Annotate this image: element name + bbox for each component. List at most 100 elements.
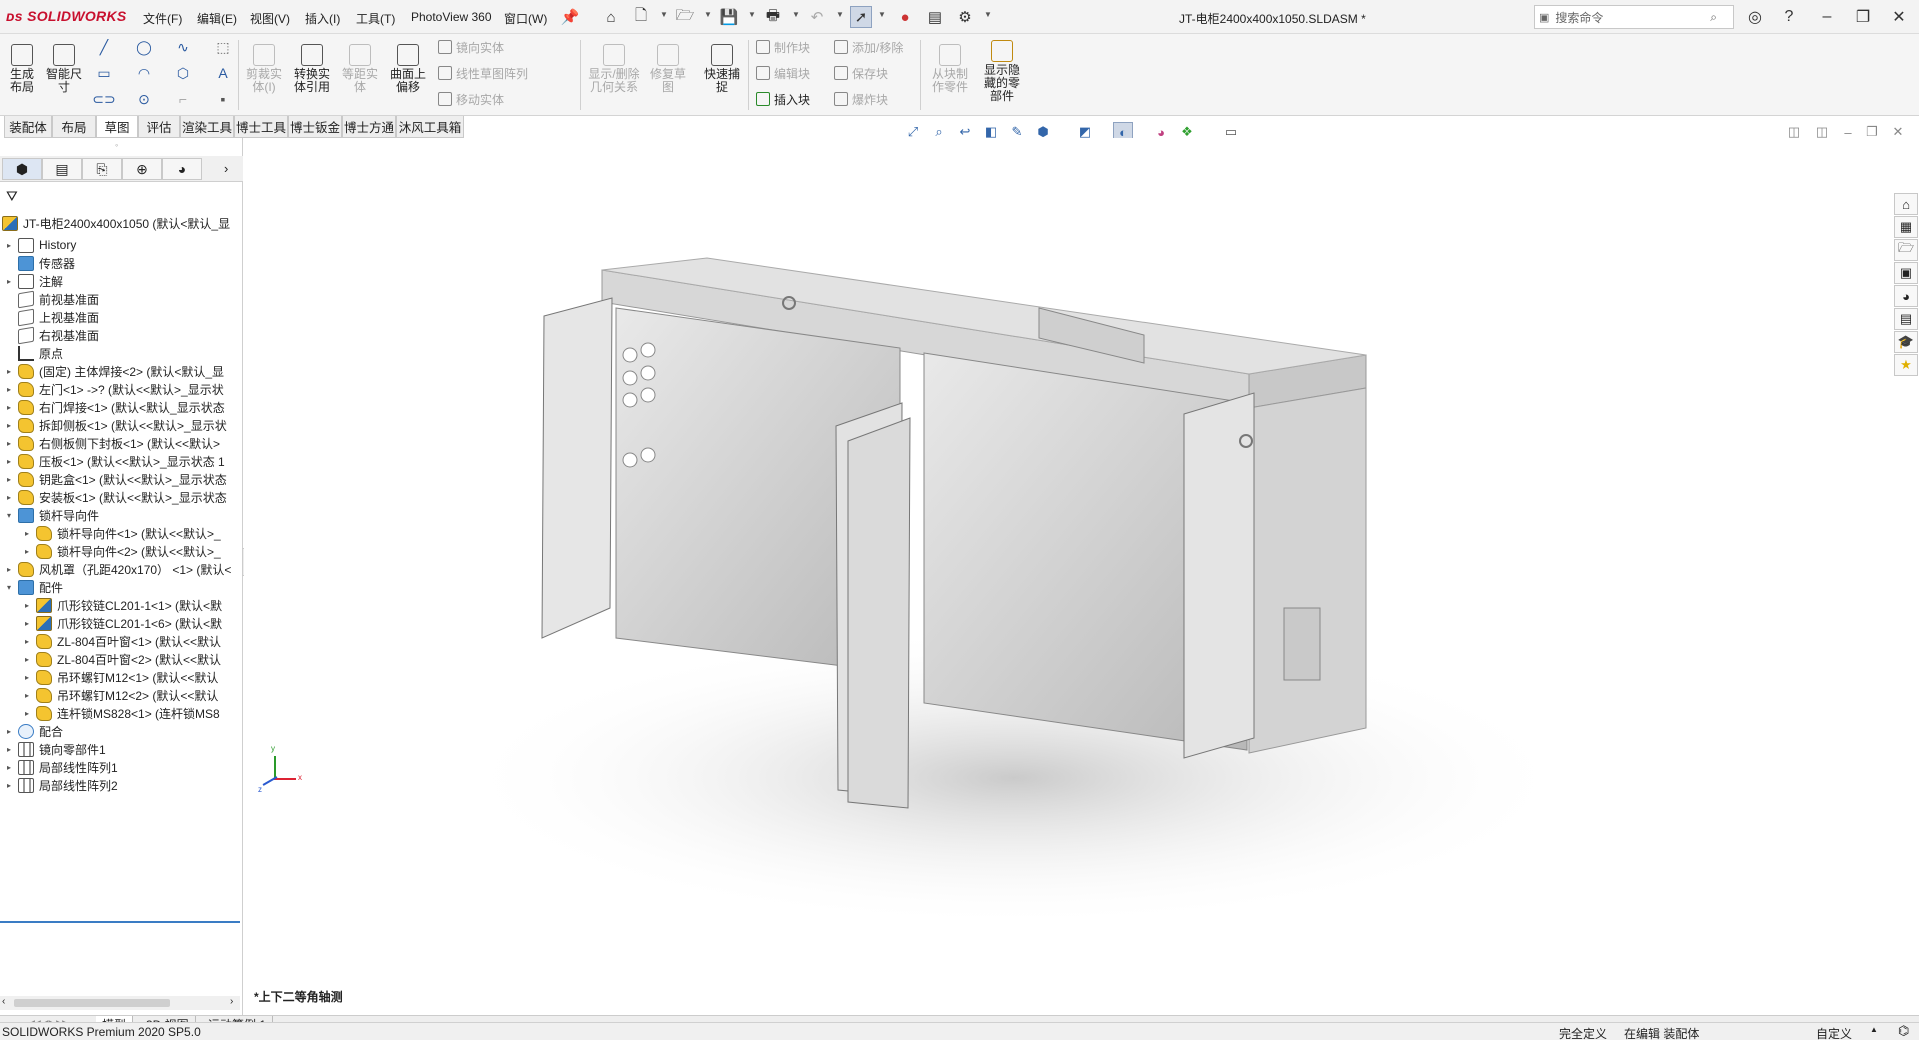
home-icon[interactable]: ⌂ [600, 6, 622, 28]
tab-6[interactable]: 博士钣金 [288, 116, 342, 138]
chevron-down-icon[interactable]: ▼ [704, 10, 712, 19]
options-gear-icon[interactable]: ⚙ [954, 6, 976, 28]
chevron-down-icon[interactable]: ▼ [792, 10, 800, 19]
point-icon[interactable]: ⊙ [135, 90, 153, 108]
expand-arrow-icon[interactable]: ▸ [22, 655, 32, 664]
plane-small-icon[interactable]: ▪ [214, 90, 232, 108]
rectangle-icon[interactable]: ▭ [95, 64, 113, 82]
scroll-left-icon[interactable]: ‹ [2, 996, 5, 1007]
expand-arrow-icon[interactable]: ▸ [22, 709, 32, 718]
generate-layout-button[interactable]: 生成 布局 [6, 44, 38, 94]
show-hidden-components-button[interactable]: 显示隐 藏的零 部件 [980, 40, 1024, 103]
user-account-icon[interactable]: ◎ [1742, 4, 1768, 30]
linear-sketch-pattern-button[interactable]: 线性草图阵列 [438, 64, 528, 82]
tab-1[interactable]: 布局 [52, 116, 96, 138]
line-icon[interactable]: ╱ [95, 38, 113, 56]
expand-arrow-icon[interactable]: ▸ [4, 241, 14, 250]
menu-insert[interactable]: 插入(I) [305, 10, 340, 27]
explode-block-button[interactable]: 爆炸块 [834, 90, 888, 108]
save-block-button[interactable]: 保存块 [834, 64, 888, 82]
print-icon[interactable]: 🖶 [762, 6, 784, 28]
tab-7[interactable]: 博士方通 [342, 116, 396, 138]
chevron-down-icon[interactable]: ▼ [984, 10, 992, 19]
pin-icon[interactable]: 📌 [559, 6, 581, 28]
undo-icon[interactable]: ↶ [806, 6, 828, 28]
make-block-button[interactable]: 制作块 [756, 38, 810, 56]
menu-window[interactable]: 窗口(W) [504, 10, 547, 27]
expand-arrow-icon[interactable]: ▸ [4, 277, 14, 286]
collapse-arrow-icon[interactable]: ▾ [4, 583, 14, 592]
expand-arrow-icon[interactable]: ▸ [4, 367, 14, 376]
menu-view[interactable]: 视图(V) [250, 10, 290, 27]
tree-root[interactable]: JT-电柜2400x400x1050 (默认<默认_显 [0, 212, 240, 234]
polygon-icon[interactable]: ⬡ [174, 64, 192, 82]
taskpane-home-icon[interactable]: ⌂ [1894, 193, 1918, 215]
mirror-entities-button[interactable]: 镜向实体 [438, 38, 504, 56]
taskpane-file-explorer-icon[interactable]: 🗁 [1894, 239, 1918, 261]
menu-file[interactable]: 文件(F) [143, 10, 182, 27]
select-cursor-icon[interactable]: ➚ [850, 6, 872, 28]
convert-entities-button[interactable]: 转换实 体引用 [290, 44, 334, 94]
open-folder-icon[interactable]: 🗁 [674, 6, 696, 28]
smart-dimension-button[interactable]: 智能尺 寸 [44, 44, 84, 94]
insert-block-button[interactable]: 插入块 [756, 90, 810, 108]
feature-manager-tab-icon[interactable]: ⬢ [2, 158, 42, 180]
expand-arrow-icon[interactable]: ▸ [22, 547, 32, 556]
chevron-down-icon[interactable]: ▼ [836, 10, 844, 19]
expand-arrow-icon[interactable]: ▸ [4, 385, 14, 394]
taskpane-favorites-icon[interactable]: ★ [1894, 354, 1918, 376]
rollback-bar[interactable] [0, 921, 240, 923]
offset-on-surface-button[interactable]: 曲面上 偏移 [386, 44, 430, 94]
expand-arrow-icon[interactable]: ▸ [22, 637, 32, 646]
corner-rectangle-icon[interactable]: ⬚ [214, 38, 232, 56]
make-part-from-block-button[interactable]: 从块制 作零件 [928, 44, 972, 94]
scroll-thumb[interactable] [14, 999, 170, 1007]
search-icon[interactable]: ⌕ [1710, 10, 1717, 25]
taskpane-learn-icon[interactable]: 🎓 [1894, 331, 1918, 353]
tab-0[interactable]: 装配体 [4, 116, 52, 138]
menu-photoview[interactable]: PhotoView 360 [411, 10, 492, 24]
taskpane-design-library-icon[interactable]: ▦ [1894, 216, 1918, 238]
filter-icon[interactable]: ⛛ [6, 188, 18, 205]
arc-icon[interactable]: ◠ [135, 64, 153, 82]
add-remove-block-button[interactable]: 添加/移除 [834, 38, 903, 56]
chevron-right-icon[interactable]: › [224, 161, 228, 176]
tab-2[interactable]: 草图 [96, 116, 138, 138]
text-icon[interactable]: A [214, 64, 232, 82]
chevron-down-icon[interactable]: ▼ [748, 10, 756, 19]
rebuild-traffic-light-icon[interactable]: ● [894, 6, 916, 28]
expand-arrow-icon[interactable]: ▸ [22, 529, 32, 538]
chevron-up-icon[interactable]: ▲ [1870, 1025, 1878, 1034]
move-entities-button[interactable]: 移动实体 [438, 90, 504, 108]
quick-tips-icon[interactable]: ⌬ [1898, 1023, 1909, 1039]
expand-arrow-icon[interactable]: ▸ [22, 601, 32, 610]
tab-3[interactable]: 评估 [138, 116, 180, 138]
expand-arrow-icon[interactable]: ▸ [4, 439, 14, 448]
dimxpert-manager-tab-icon[interactable]: ⊕ [122, 158, 162, 180]
tab-5[interactable]: 博士工具 [234, 116, 288, 138]
property-manager-tab-icon[interactable]: ▤ [42, 158, 82, 180]
search-input[interactable]: ▣ 搜索命令 ⌕ [1534, 5, 1734, 29]
expand-arrow-icon[interactable]: ▸ [4, 565, 14, 574]
configuration-manager-tab-icon[interactable]: ⎘ [82, 158, 122, 180]
new-document-icon[interactable]: 🗋 [630, 6, 652, 28]
close-icon[interactable]: ✕ [1886, 4, 1912, 30]
expand-arrow-icon[interactable]: ▸ [4, 475, 14, 484]
expand-arrow-icon[interactable]: ▸ [22, 619, 32, 628]
units-custom[interactable]: 自定义 [1816, 1025, 1852, 1042]
repair-sketch-button[interactable]: 修复草 图 [648, 44, 688, 94]
expand-arrow-icon[interactable]: ▸ [4, 781, 14, 790]
edit-block-button[interactable]: 编辑块 [756, 64, 810, 82]
expand-arrow-icon[interactable]: ▸ [4, 421, 14, 430]
help-icon[interactable]: ? [1776, 4, 1802, 30]
panel-grip-icon[interactable]: ◦ [115, 140, 118, 150]
offset-entities-button[interactable]: 等距实 体 [340, 44, 380, 94]
expand-arrow-icon[interactable]: ▸ [4, 457, 14, 466]
taskpane-view-palette-icon[interactable]: ▣ [1894, 262, 1918, 284]
file-properties-icon[interactable]: ▤ [924, 6, 946, 28]
slot-icon[interactable]: ⊂⊃ [92, 90, 115, 108]
horizontal-scrollbar[interactable]: ‹ › [0, 996, 240, 1010]
tab-8[interactable]: 沐风工具箱 [396, 116, 464, 138]
expand-arrow-icon[interactable]: ▸ [4, 727, 14, 736]
menu-edit[interactable]: 编辑(E) [197, 10, 237, 27]
